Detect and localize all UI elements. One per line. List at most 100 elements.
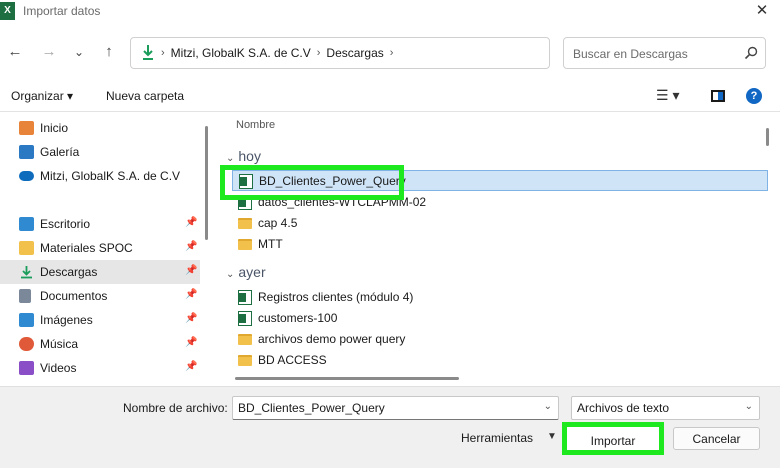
search-icon — [744, 46, 758, 60]
chevron-down-icon: ⌄ — [226, 269, 235, 280]
gallery-icon — [19, 145, 34, 159]
group-header-ayer[interactable]: ⌄ ayer — [226, 264, 266, 280]
downloads-icon — [21, 266, 32, 279]
folder-icon — [238, 355, 252, 366]
caret-down-icon[interactable]: ▼ — [547, 431, 557, 442]
sidebar-item-label: Materiales SPOC — [40, 241, 133, 255]
recent-locations-button[interactable]: ⌄ — [67, 40, 91, 64]
sidebar-item-label: Descargas — [40, 265, 98, 279]
onedrive-icon — [19, 171, 34, 181]
sidebar-item-documentos[interactable]: Documentos 📌 — [0, 284, 200, 308]
organize-button[interactable]: Organizar ▾ — [11, 89, 73, 103]
chevron-down-icon[interactable]: ⌄ — [544, 401, 552, 412]
file-row[interactable]: MTT — [232, 234, 768, 255]
breadcrumb-separator[interactable]: › — [390, 47, 394, 59]
close-button[interactable]: ✕ — [744, 0, 780, 24]
pin-icon[interactable]: 📌 — [185, 361, 197, 372]
sidebar-item-label: Escritorio — [40, 217, 91, 231]
file-list: Nombre ⌄ hoy BD_Clientes_Power_Query dato… — [220, 114, 768, 386]
address-bar[interactable]: › Mitzi, GlobalK S.A. de C.V › Descargas… — [130, 37, 664, 69]
help-icon[interactable]: ? — [746, 88, 762, 104]
sidebar-item-label: Inicio — [40, 121, 69, 135]
filelist-horizontal-scrollbar[interactable] — [235, 377, 459, 380]
file-row[interactable]: customers-100 — [232, 308, 768, 329]
folder-icon — [238, 239, 252, 250]
file-name: customers-100 — [258, 311, 338, 325]
excel-file-icon — [238, 311, 252, 326]
preview-pane-icon[interactable] — [711, 90, 725, 102]
file-name: MTT — [258, 237, 283, 251]
file-row[interactable]: archivos demo power query — [232, 329, 768, 350]
pin-icon[interactable]: 📌 — [185, 289, 197, 300]
videos-icon — [19, 361, 34, 375]
pin-icon[interactable]: 📌 — [185, 313, 197, 324]
breadcrumb-item-onedrive[interactable]: Mitzi, GlobalK S.A. de C.V — [171, 46, 311, 60]
pin-icon[interactable]: 📌 — [185, 337, 197, 348]
sidebar-item-inicio[interactable]: Inicio — [0, 116, 200, 140]
filetype-value: Archivos de texto — [577, 401, 670, 415]
sidebar-item-label: Mitzi, GlobalK S.A. de C.V — [40, 169, 181, 183]
chevron-down-icon: ⌄ — [744, 401, 753, 412]
sidebar-item-descargas[interactable]: Descargas 📌 — [0, 260, 200, 284]
filename-value: BD_Clientes_Power_Query — [238, 401, 385, 415]
breadcrumb-separator: › — [161, 47, 165, 59]
search-placeholder: Buscar en Descargas — [573, 47, 688, 61]
import-button-label: Importar — [590, 434, 636, 448]
search-input[interactable]: Buscar en Descargas — [563, 37, 766, 69]
filename-label: Nombre de archivo: — [123, 401, 228, 415]
sidebar-item-galeria[interactable]: Galería — [0, 140, 200, 164]
pin-icon[interactable]: 📌 — [185, 217, 197, 228]
title-bar: X Importar datos ✕ — [0, 0, 780, 24]
cancel-button-label: Cancelar — [692, 432, 741, 446]
highlight-annotation — [220, 165, 404, 200]
music-icon — [19, 337, 34, 351]
group-label: hoy — [238, 148, 261, 164]
sidebar-item-escritorio[interactable]: Escritorio 📌 — [0, 212, 200, 236]
chevron-down-icon: ⌄ — [226, 153, 235, 164]
sidebar-scrollbar[interactable] — [205, 126, 208, 240]
folder-icon — [238, 334, 252, 345]
window-title: Importar datos — [23, 4, 101, 18]
cancel-button[interactable]: Cancelar — [673, 427, 760, 450]
sidebar-item-label: Música — [40, 337, 79, 351]
excel-app-icon: X — [0, 2, 15, 20]
pin-icon[interactable]: 📌 — [185, 241, 197, 252]
sidebar-item-imagenes[interactable]: Imágenes 📌 — [0, 308, 200, 332]
sidebar-item-musica[interactable]: Música 📌 — [0, 332, 200, 356]
file-name: Registros clientes (módulo 4) — [258, 290, 414, 304]
up-button[interactable]: ↑ — [97, 40, 121, 64]
home-icon — [19, 121, 34, 135]
documents-icon — [19, 289, 31, 303]
forward-button[interactable]: → — [37, 40, 61, 64]
import-button[interactable]: Importar — [562, 422, 664, 455]
file-name: cap 4.5 — [258, 216, 298, 230]
column-header-name[interactable]: Nombre — [236, 119, 275, 131]
new-folder-button[interactable]: Nueva carpeta — [106, 89, 184, 103]
view-options-icon[interactable]: ☰ ▾ — [656, 87, 679, 104]
command-bar: Organizar ▾ Nueva carpeta ☰ ▾ ? — [0, 82, 780, 112]
sidebar-item-onedrive[interactable]: Mitzi, GlobalK S.A. de C.V — [0, 164, 200, 188]
breadcrumb-item-descargas[interactable]: Descargas — [326, 46, 383, 60]
folder-icon — [19, 241, 34, 255]
sidebar-item-materiales-spoc[interactable]: Materiales SPOC 📌 — [0, 236, 200, 260]
excel-file-icon — [238, 290, 252, 305]
pin-icon[interactable]: 📌 — [185, 265, 197, 276]
dialog-footer: Nombre de archivo: BD_Clientes_Power_Que… — [0, 386, 780, 468]
back-button[interactable]: ← — [3, 40, 27, 64]
breadcrumb: › Mitzi, GlobalK S.A. de C.V › Descargas… — [161, 46, 393, 60]
file-row[interactable]: Registros clientes (módulo 4) — [232, 287, 768, 308]
group-label: ayer — [238, 264, 266, 280]
file-row[interactable]: BD ACCESS — [232, 350, 768, 371]
desktop-icon — [19, 217, 34, 231]
filelist-vertical-scrollbar[interactable] — [766, 128, 769, 146]
tools-button[interactable]: Herramientas — [461, 431, 533, 445]
sidebar-item-videos[interactable]: Videos 📌 — [0, 356, 200, 380]
sidebar-item-label: Documentos — [40, 289, 108, 303]
filename-field[interactable]: BD_Clientes_Power_Query ⌄ — [232, 396, 559, 420]
filetype-select[interactable]: Archivos de texto ⌄ — [571, 396, 760, 420]
sidebar-item-label: Imágenes — [40, 313, 93, 327]
group-header-hoy[interactable]: ⌄ hoy — [226, 148, 261, 164]
file-name: BD ACCESS — [258, 353, 327, 367]
sidebar-item-label: Videos — [40, 361, 77, 375]
file-row[interactable]: cap 4.5 — [232, 213, 768, 234]
